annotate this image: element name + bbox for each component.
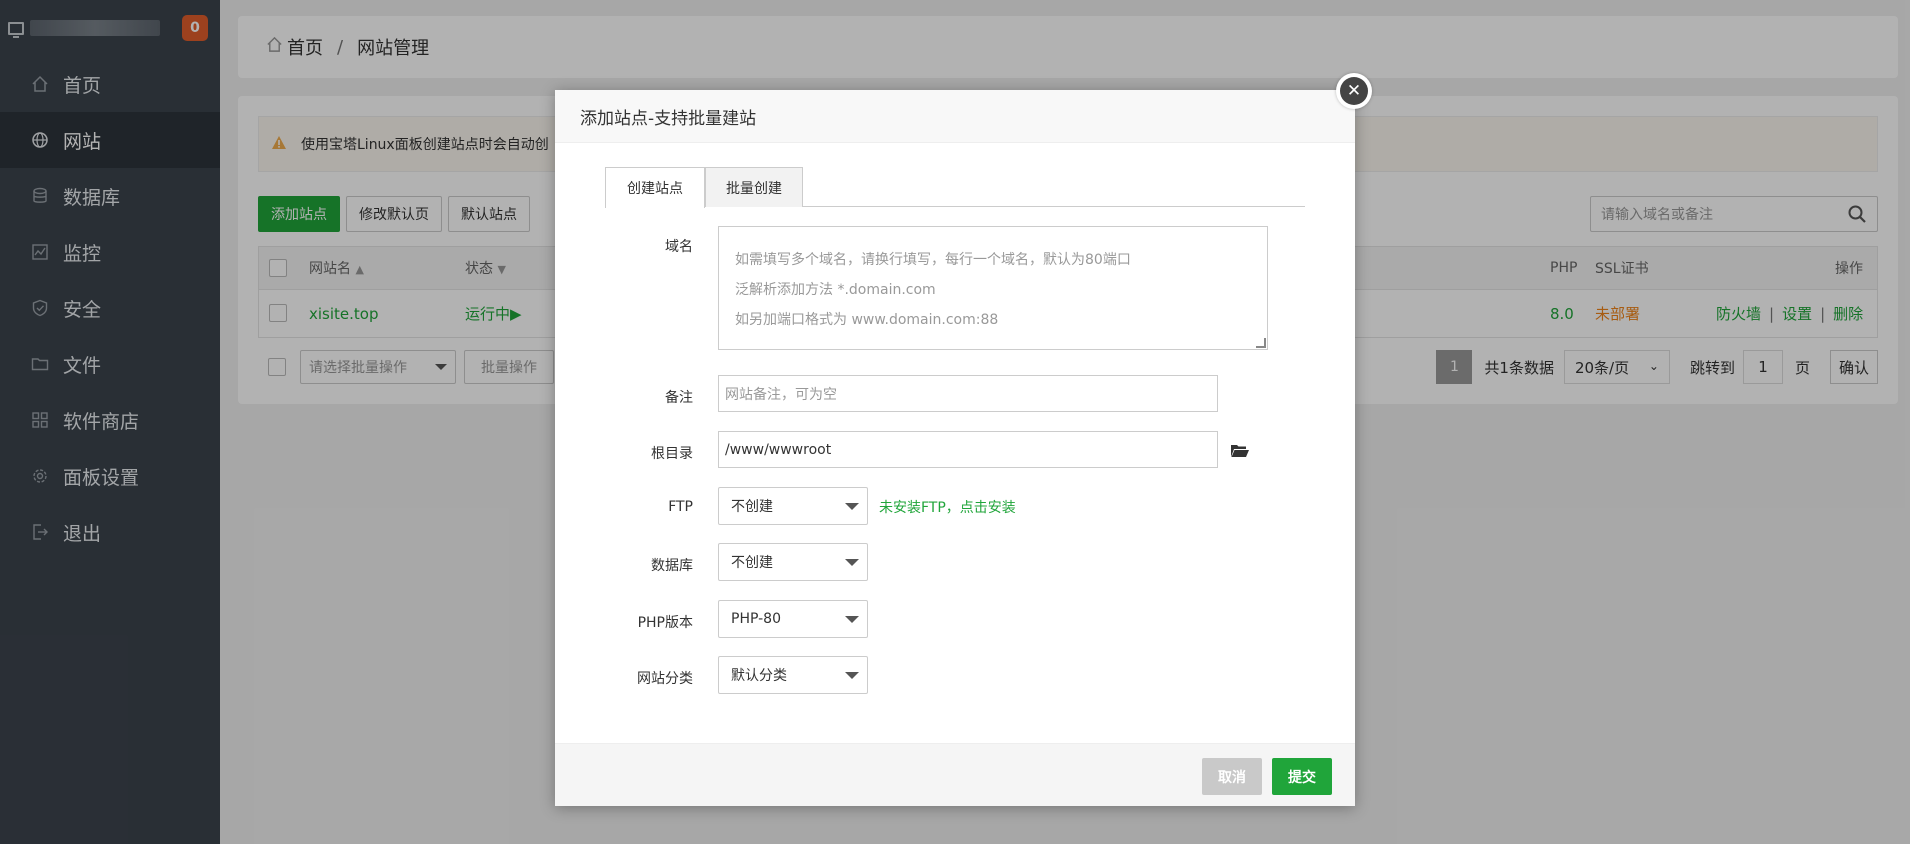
caret-down-icon [845,616,859,623]
root-dir-input[interactable]: /www/wwwroot [718,431,1218,468]
remark-placeholder: 网站备注，可为空 [725,386,837,403]
dialog-title: 添加站点-支持批量建站 [555,90,1355,143]
database-select-value: 不创建 [731,555,773,571]
remark-input[interactable]: 网站备注，可为空 [718,375,1218,412]
site-category-label: 网站分类 [637,671,693,687]
database-select[interactable]: 不创建 [718,543,868,581]
caret-down-icon [845,559,859,566]
domain-textarea[interactable]: 如需填写多个域名，请换行填写，每行一个域名，默认为80端口 泛解析添加方法 *.… [718,226,1268,350]
tab-create-site[interactable]: 创建站点 [605,167,705,208]
ftp-label: FTP [668,499,693,515]
php-version-select[interactable]: PHP-80 [718,600,868,638]
add-site-dialog: 添加站点-支持批量建站 ✕ 创建站点 批量创建 域名 如需填写多个域名，请换行填… [555,73,1372,806]
submit-button[interactable]: 提交 [1272,758,1332,795]
folder-open-icon[interactable] [1230,443,1250,463]
root-dir-value: /www/wwwroot [725,441,832,458]
domain-label: 域名 [665,239,693,255]
root-dir-label: 根目录 [651,446,693,462]
dialog-tabs: 创建站点 批量创建 [605,167,1305,208]
tab-batch-create[interactable]: 批量创建 [705,167,803,207]
php-version-select-value: PHP-80 [731,611,781,627]
dialog-footer: 取消 提交 [555,743,1355,806]
ftp-select-value: 不创建 [731,499,773,515]
ftp-select[interactable]: 不创建 [718,487,868,525]
close-button[interactable]: ✕ [1336,73,1372,109]
php-version-label: PHP版本 [637,615,693,631]
cancel-button[interactable]: 取消 [1202,758,1262,795]
caret-down-icon [845,672,859,679]
domain-placeholder-line: 泛解析添加方法 *.domain.com [735,282,936,298]
site-category-select-value: 默认分类 [731,668,787,684]
domain-placeholder-line: 如需填写多个域名，请换行填写，每行一个域名，默认为80端口 [735,252,1131,268]
caret-down-icon [845,503,859,510]
install-ftp-link[interactable]: 未安装FTP，点击安装 [879,497,1016,517]
database-label: 数据库 [651,558,693,574]
remark-label: 备注 [665,390,693,406]
domain-placeholder-line: 如另加端口格式为 www.domain.com:88 [735,312,999,328]
resize-handle-icon[interactable] [1256,338,1266,348]
site-category-select[interactable]: 默认分类 [718,656,868,694]
close-icon: ✕ [1340,77,1368,105]
